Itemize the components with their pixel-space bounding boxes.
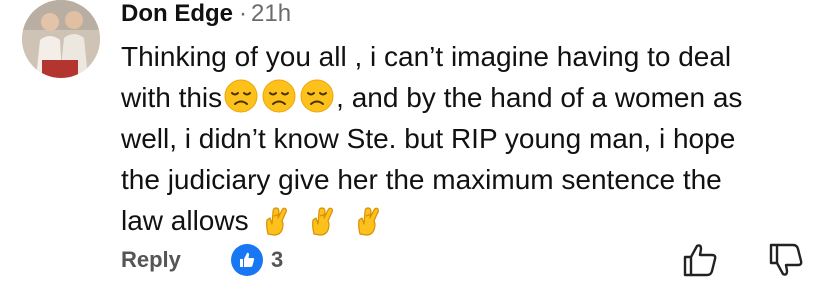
crossed-fingers-icon [358, 207, 379, 236]
disappointed-face-icon [262, 79, 296, 113]
comment-actions: Reply 3 [121, 242, 811, 278]
comment-line: Thinking of you all , i can’t imagine ha… [121, 36, 811, 77]
reply-button[interactable]: Reply [121, 247, 181, 273]
disappointed-face-icon [300, 79, 334, 113]
reaction-summary[interactable]: 3 [231, 244, 283, 276]
comment-text-segment: , and by the hand of a women as [336, 82, 743, 113]
comment-text-segment: with this [121, 82, 223, 113]
disappointed-face-icon [224, 79, 258, 113]
like-reaction-icon [231, 244, 263, 276]
comment: Don Edge · 21h Thinking of you all , i c… [0, 0, 828, 283]
comment-text: Thinking of you all , i can’t imagine ha… [121, 36, 811, 241]
comment-text-segment: Thinking of you all , i can’t imagine ha… [121, 41, 732, 72]
crossed-fingers-icon [312, 207, 334, 236]
comment-header: Don Edge · 21h [121, 0, 291, 28]
avatar[interactable] [22, 0, 100, 78]
comment-line: the judiciary give her the maximum sente… [121, 159, 811, 200]
comment-line: law allows [121, 200, 811, 241]
comment-text-segment: the judiciary give her the maximum sente… [121, 164, 722, 195]
timestamp[interactable]: 21h [251, 0, 291, 28]
comment-line: well, i didn’t know Ste. but RIP young m… [121, 118, 811, 159]
comment-line: with this , and by the hand of a women a… [121, 77, 811, 118]
separator-dot: · [239, 0, 247, 27]
reaction-count: 3 [271, 247, 284, 272]
author-name[interactable]: Don Edge [121, 0, 233, 28]
comment-text-segment: law allows [121, 205, 249, 236]
comment-text-segment: well, i didn’t know Ste. but RIP young m… [121, 123, 736, 154]
crossed-fingers-icon [266, 207, 288, 236]
thumbs-up-outline-icon[interactable] [680, 242, 720, 278]
thumbs-down-outline-icon[interactable] [766, 242, 806, 278]
